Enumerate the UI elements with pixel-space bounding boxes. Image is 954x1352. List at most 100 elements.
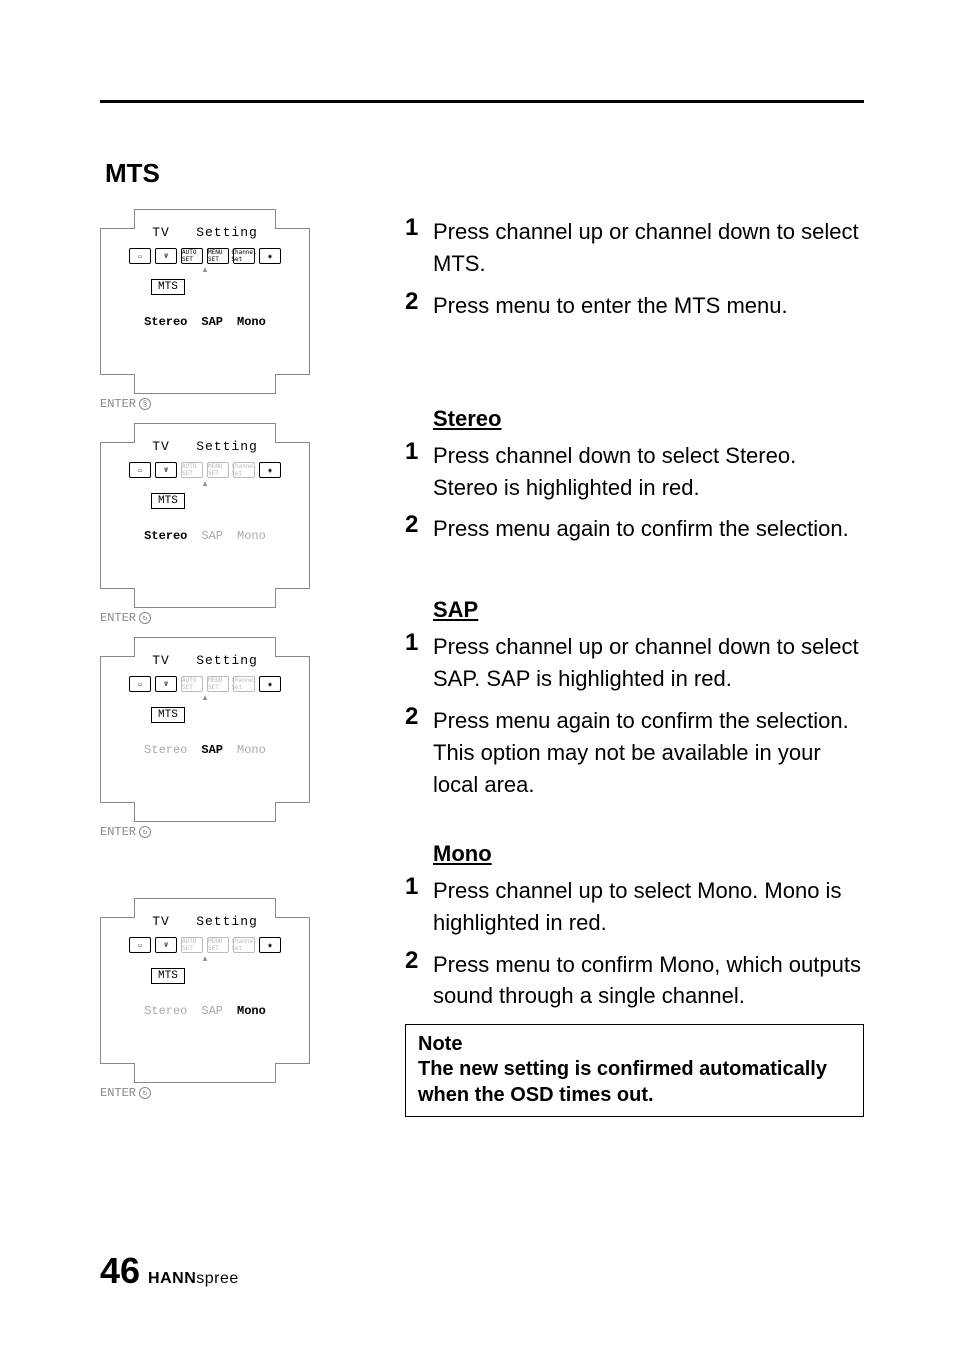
mts-label-box: MTS [151,968,185,984]
menu-set-icon: MENU SET [207,462,229,478]
step-text: Press menu to enter the MTS menu. [433,288,788,322]
auto-set-icon: AUTO SET [181,937,203,953]
step-1: 1 Press channel up or channel down to se… [405,629,864,695]
antenna-icon: Ψ [155,676,177,692]
step-text: Press menu again to confirm the selectio… [433,703,864,801]
enter-label: ENTER § [100,397,310,411]
content-row: TV Setting ▭ Ψ AUTO SET MENU SET Channel… [100,209,864,1117]
page-footer: 46 HANNspree [100,1250,239,1292]
antenna-icon: Ψ [155,248,177,264]
arrow-indicator: ▴ [111,953,299,964]
step-text: Press channel up or channel down to sele… [433,214,864,280]
enter-label: ENTER ↻ [100,1086,310,1100]
osd-diagram-sap: TV Setting ▭ Ψ AUTO SET MENU SET Channel… [100,637,310,839]
arrow-indicator: ▴ [111,478,299,489]
step-number: 2 [405,511,423,545]
option-stereo: Stereo [144,315,187,329]
osd-icon-row: ▭ Ψ AUTO SET MENU SET Channel Set ◉ [111,462,299,478]
enter-label: ENTER ↻ [100,611,310,625]
stereo-section: Stereo 1 Press channel down to select St… [405,406,864,546]
mono-section: Mono 1 Press channel up to select Mono. … [405,841,864,1013]
channel-set-icon: Channel Set [233,937,255,953]
sap-section: SAP 1 Press channel up or channel down t… [405,597,864,800]
note-text: The new setting is confirmed automatical… [418,1056,851,1108]
page-number: 46 [100,1250,140,1292]
step-1: 1 Press channel up to select Mono. Mono … [405,873,864,939]
osd-title: TV Setting [111,914,299,929]
step-text: Press channel up to select Mono. Mono is… [433,873,864,939]
arrow-indicator: ▴ [111,264,299,275]
step-1: 1 Press channel down to select Stereo. S… [405,438,864,504]
step-number: 1 [405,438,423,504]
enter-icon: § [139,398,151,410]
step-number: 1 [405,214,423,280]
cc-icon: ◉ [259,937,281,953]
channel-set-icon: Channel Set [233,676,255,692]
option-sap: SAP [201,315,223,329]
osd-diagram-1: TV Setting ▭ Ψ AUTO SET MENU SET Channel… [100,209,310,411]
enter-icon: ↻ [139,1087,151,1099]
enter-icon: ↻ [139,826,151,838]
channel-set-icon: Channel Set [233,462,255,478]
option-mono: Mono [237,743,266,757]
step-2: 2 Press menu again to confirm the select… [405,511,864,545]
antenna-icon: Ψ [155,937,177,953]
cc-icon: ◉ [259,462,281,478]
brand-logo: HANNspree [148,1270,239,1288]
osd-options-row: Stereo SAP Mono [111,1004,299,1018]
arrow-indicator: ▴ [111,692,299,703]
antenna-icon: Ψ [155,462,177,478]
instructions-column: 1 Press channel up or channel down to se… [405,209,864,1117]
mts-label-box: MTS [151,707,185,723]
option-sap: SAP [201,529,223,543]
option-stereo: Stereo [144,1004,187,1018]
step-number: 1 [405,873,423,939]
menu-set-icon: MENU SET [207,937,229,953]
auto-set-icon: AUTO SET [181,676,203,692]
enter-label: ENTER ↻ [100,825,310,839]
option-sap: SAP [201,743,223,757]
option-stereo: Stereo [144,529,187,543]
mts-label-box: MTS [151,279,185,295]
osd-diagrams-column: TV Setting ▭ Ψ AUTO SET MENU SET Channel… [100,209,310,1117]
auto-set-icon: AUTO SET [181,248,203,264]
osd-icon-row: ▭ Ψ AUTO SET MENU SET Channel Set ◉ [111,248,299,264]
step-text: Press channel down to select Stereo. Ste… [433,438,864,504]
tv-icon: ▭ [129,462,151,478]
tv-icon: ▭ [129,676,151,692]
osd-options-row: Stereo SAP Mono [111,743,299,757]
osd-options-row: Stereo SAP Mono [111,529,299,543]
step-number: 2 [405,288,423,322]
menu-set-icon: MENU SET [207,676,229,692]
section-title-mts: MTS [105,158,864,189]
osd-title: TV Setting [111,439,299,454]
channel-set-icon: Channel Set [233,248,255,264]
mono-heading: Mono [433,841,864,867]
enter-icon: ↻ [139,612,151,624]
osd-options-row: Stereo SAP Mono [111,315,299,329]
note-box: Note The new setting is confirmed automa… [405,1024,864,1117]
step-number: 2 [405,703,423,801]
note-title: Note [418,1033,851,1056]
step-text: Press channel up or channel down to sele… [433,629,864,695]
header-divider [100,100,864,103]
option-mono: Mono [237,1004,266,1018]
cc-icon: ◉ [259,248,281,264]
menu-set-icon: MENU SET [207,248,229,264]
step-text: Press menu to confirm Mono, which output… [433,947,864,1013]
step-2: 2 Press menu again to confirm the select… [405,703,864,801]
step-2: 2 Press menu to confirm Mono, which outp… [405,947,864,1013]
osd-icon-row: ▭ Ψ AUTO SET MENU SET Channel Set ◉ [111,937,299,953]
step-number: 2 [405,947,423,1013]
osd-diagram-mono: TV Setting ▭ Ψ AUTO SET MENU SET Channel… [100,898,310,1100]
osd-title: TV Setting [111,653,299,668]
step-1: 1 Press channel up or channel down to se… [405,214,864,280]
option-sap: SAP [201,1004,223,1018]
step-number: 1 [405,629,423,695]
osd-diagram-stereo: TV Setting ▭ Ψ AUTO SET MENU SET Channel… [100,423,310,625]
tv-icon: ▭ [129,937,151,953]
intro-steps: 1 Press channel up or channel down to se… [405,214,864,322]
option-mono: Mono [237,315,266,329]
cc-icon: ◉ [259,676,281,692]
stereo-heading: Stereo [433,406,864,432]
